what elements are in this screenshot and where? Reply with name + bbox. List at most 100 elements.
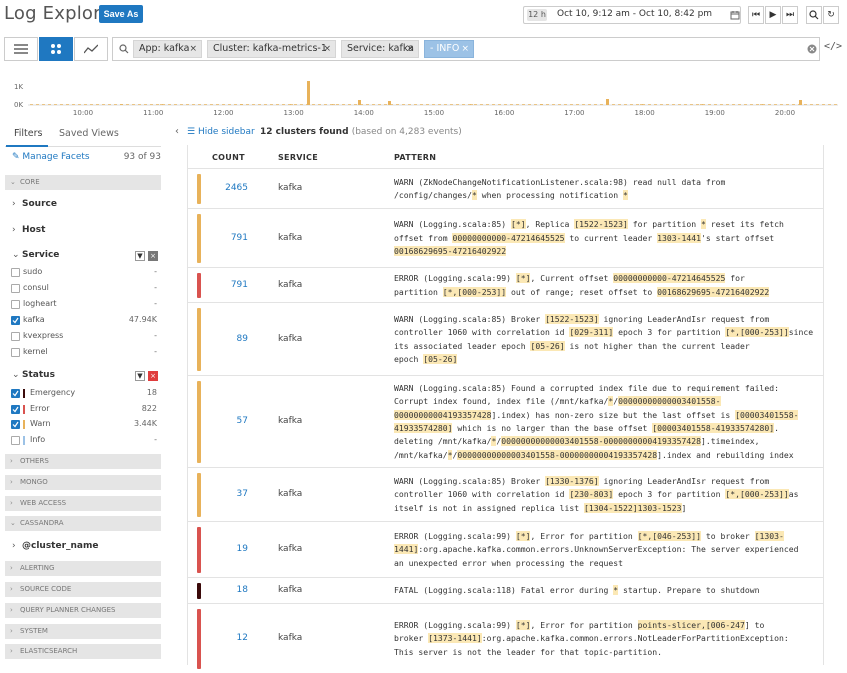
histogram-bar [360,104,363,105]
facet-count: 93 of 93 [123,152,161,162]
service-value-row[interactable]: consul - [11,282,159,296]
remove-chip-icon[interactable]: × [323,41,331,57]
histogram-bar [546,104,549,105]
clear-search-icon[interactable] [807,44,817,54]
section-cassandra[interactable]: ⌄ CASSANDRA [5,516,161,531]
remove-chip-icon[interactable]: × [406,41,414,57]
save-as-button[interactable]: Save As [99,5,143,23]
section-mongo[interactable]: › MONGO [5,475,161,490]
histogram-bar [204,104,207,105]
facet-host[interactable]: › Host [12,225,45,235]
facet-status[interactable]: ⌄ Status [12,370,55,380]
row-count[interactable]: 12 [208,633,248,643]
filter-icon[interactable]: ▼ [135,371,145,381]
table-row[interactable]: 791 kafka ERROR (Logging.scala:99) [*], Cu… [188,267,823,302]
search-input[interactable]: App: kafka × Cluster: kafka-metrics-1 × Se… [112,37,820,61]
section-others[interactable]: › OTHERS [5,454,161,469]
histogram-bar [696,104,699,105]
play-icon[interactable]: ▶ [765,6,781,24]
column-header-pattern[interactable]: PATTERN [394,153,436,162]
histogram-bar [528,104,531,105]
row-count[interactable]: 791 [208,233,248,243]
status-value-row[interactable]: Warn 3.44K [11,418,159,432]
filter-chip-cluster[interactable]: Cluster: kafka-metrics-1 × [207,40,336,58]
analytics-view-button[interactable] [74,37,108,61]
table-row[interactable]: 791 kafka WARN (Logging.scala:85) [*], Rep… [188,208,823,267]
chevron-left-icon[interactable]: ‹ [175,126,179,137]
table-row[interactable]: 57 kafka WARN (Logging.scala:85) Found a c… [188,375,823,467]
table-row[interactable]: 18 kafka FATAL (Logging.scala:118) Fatal e… [188,577,823,603]
remove-chip-icon[interactable]: × [189,41,197,57]
section-source-code[interactable]: › SOURCE CODE [5,582,161,597]
log-histogram[interactable]: 1K 0K 10:00 11:00 12:00 13:00 14:00 15:00 16:00 1… [0,70,847,120]
row-count[interactable]: 791 [208,280,248,290]
service-value-row[interactable]: kafka 47.94K [11,314,159,328]
step-forward-icon[interactable]: ⏭ [782,6,798,24]
code-icon[interactable]: </> [824,41,842,52]
filter-chip-info[interactable]: - INFO × [424,40,474,58]
histogram-bar [822,104,825,105]
tab-saved-views[interactable]: Saved Views [59,128,119,139]
step-back-icon[interactable]: ⏮ [748,6,764,24]
facet-service[interactable]: ⌄ Service [12,250,59,260]
row-count[interactable]: 2465 [208,183,248,193]
manage-facets-link[interactable]: ✎ Manage Facets [12,152,90,162]
histogram-bar [594,104,597,105]
facet-cluster-name[interactable]: › @cluster_name [12,541,99,551]
row-count[interactable]: 37 [208,489,248,499]
hide-sidebar-link[interactable]: ☰ Hide sidebar [187,127,255,137]
checkbox[interactable] [11,435,20,445]
histogram-bar [630,104,633,105]
row-count[interactable]: 18 [208,585,248,595]
table-row[interactable]: 19 kafka ERROR (Logging.scala:99) [*], Err… [188,521,823,577]
checkbox[interactable] [11,284,20,293]
clear-facet-icon[interactable]: × [148,251,158,261]
histogram-bar [396,104,399,105]
section-core[interactable]: ⌄ CORE [5,175,161,190]
histogram-bar [564,104,567,105]
checkbox[interactable] [11,268,20,277]
section-system[interactable]: › SYSTEM [5,624,161,639]
filter-chip-app[interactable]: App: kafka × [133,40,202,58]
facet-source[interactable]: › Source [12,199,57,209]
section-alerting[interactable]: › ALERTING [5,561,161,576]
service-value-row[interactable]: kvexpress - [11,330,159,344]
service-value-row[interactable]: sudo - [11,266,159,280]
checkbox[interactable] [11,420,20,429]
clear-facet-icon[interactable]: × [148,371,158,381]
status-value-row[interactable]: Error 822 [11,403,159,417]
service-value-row[interactable]: logheart - [11,298,159,312]
filter-icon[interactable]: ▼ [135,251,145,261]
checkbox[interactable] [11,389,20,398]
histogram-bar [54,104,57,105]
list-view-button[interactable] [4,37,38,61]
checkbox[interactable] [11,316,20,325]
calendar-icon[interactable] [730,10,740,20]
histogram-bar [678,104,681,105]
checkbox[interactable] [11,332,20,341]
section-query-planner[interactable]: › QUERY PLANNER CHANGES [5,603,161,618]
refresh-icon[interactable]: ↻ [823,6,839,24]
table-row[interactable]: 89 kafka WARN (Logging.scala:85) Broker [1… [188,302,823,375]
table-row[interactable]: 2465 kafka WARN (ZkNodeChangeNotificationL… [188,168,823,208]
table-row[interactable]: 37 kafka WARN (Logging.scala:85) Broker [1… [188,467,823,521]
section-elasticsearch[interactable]: › ELASTICSEARCH [5,644,161,659]
row-count[interactable]: 57 [208,416,248,426]
tab-filters[interactable]: Filters [14,128,42,139]
row-count[interactable]: 19 [208,544,248,554]
checkbox[interactable] [11,300,20,309]
checkbox[interactable] [11,348,20,357]
remove-chip-icon[interactable]: × [461,41,469,57]
zoom-icon[interactable] [806,6,822,24]
section-web-access[interactable]: › WEB ACCESS [5,496,161,511]
row-count[interactable]: 89 [208,334,248,344]
filter-chip-service[interactable]: Service: kafka × [341,40,419,58]
time-range-picker[interactable]: 12 h Oct 10, 9:12 am - Oct 10, 8:42 pm [523,6,741,24]
patterns-view-button[interactable] [39,37,73,61]
status-value-row[interactable]: Info - [11,434,159,448]
status-value-row[interactable]: Emergency 18 [11,387,159,401]
service-value-row[interactable]: kernel - [11,346,159,360]
column-header-service[interactable]: SERVICE [278,153,318,162]
checkbox[interactable] [11,404,20,414]
column-header-count[interactable]: COUNT [212,153,245,162]
